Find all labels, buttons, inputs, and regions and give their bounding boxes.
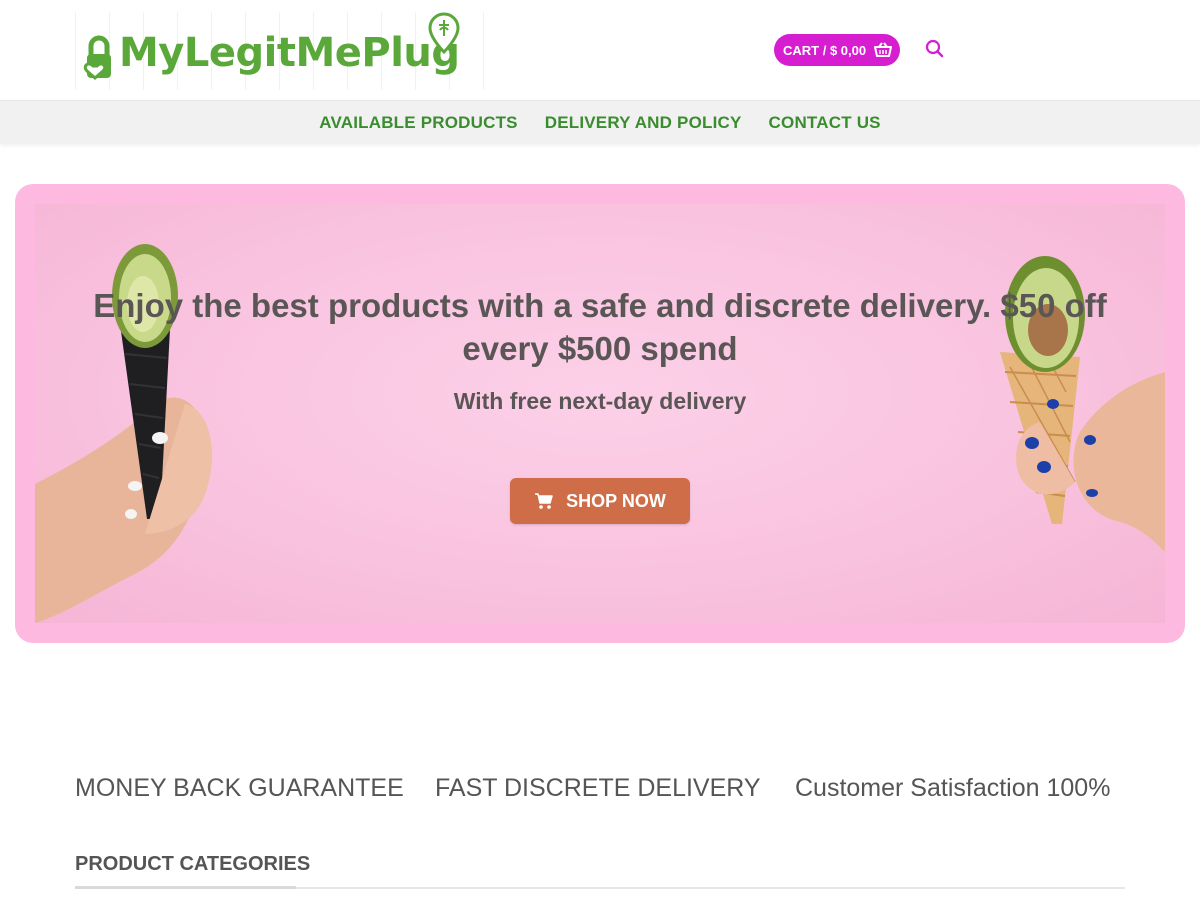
basket-icon — [874, 42, 893, 57]
nav-item-available-products[interactable]: AVAILABLE PRODUCTS — [319, 113, 517, 133]
shop-now-button[interactable]: SHOP NOW — [510, 478, 690, 524]
nav-item-delivery-and-policy[interactable]: DELIVERY AND POLICY — [545, 113, 742, 133]
cart-icon — [535, 493, 553, 509]
location-pin-icon — [428, 12, 460, 54]
heading-underline — [75, 886, 296, 889]
cart-button[interactable]: CART / $ 0,00 — [774, 34, 900, 66]
site-logo[interactable]: MyLegitMePlug — [75, 12, 487, 90]
site-header: MyLegitMePlug CART / $ 0,00 — [0, 0, 1200, 100]
product-categories-heading: PRODUCT CATEGORIES — [75, 853, 311, 875]
hero-banner: Enjoy the best products with a safe and … — [35, 204, 1165, 623]
feature-money-back: MONEY BACK GUARANTEE — [75, 774, 404, 802]
search-icon[interactable] — [925, 39, 945, 59]
lock-heart-icon — [83, 35, 111, 80]
shop-now-label: SHOP NOW — [566, 490, 666, 511]
feature-highlights: MONEY BACK GUARANTEE FAST DISCRETE DELIV… — [75, 774, 1125, 808]
feature-fast-delivery: FAST DISCRETE DELIVERY — [435, 774, 761, 802]
hero-title: Enjoy the best products with a safe and … — [93, 287, 1107, 367]
cart-label: CART / $ 0,00 — [783, 42, 867, 58]
hero-subtitle: With free next-day delivery — [453, 388, 747, 414]
logo-text: MyLegitMePlug — [119, 30, 460, 76]
main-navigation: AVAILABLE PRODUCTS DELIVERY AND POLICY C… — [0, 100, 1200, 144]
feature-satisfaction: Customer Satisfaction 100% — [795, 774, 1111, 802]
nav-item-contact-us[interactable]: CONTACT US — [769, 113, 881, 133]
